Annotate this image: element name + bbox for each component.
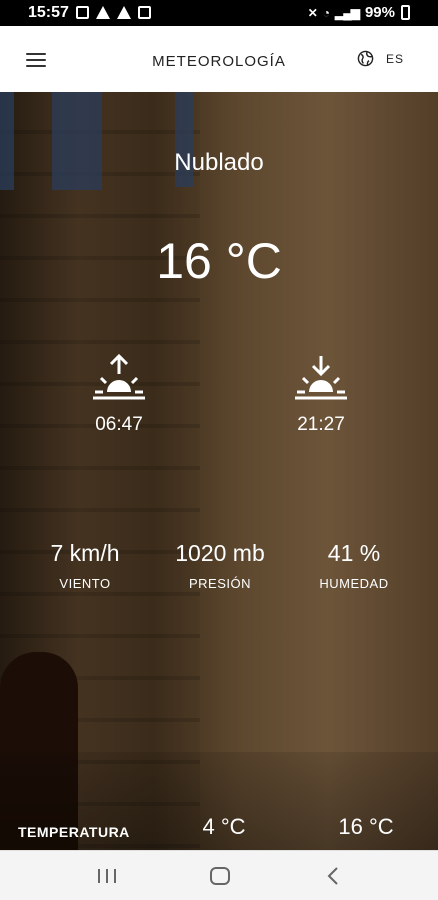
sunrise-icon [93,354,145,400]
signal-icon: ▂▄▆ [335,5,360,20]
weather-panel: Nublado 16 °C 06:47 21:27 7 km/h VIENTO … [0,92,438,850]
humidity-value: 41 % [327,540,381,566]
sunrise-time: 06:47 [95,414,143,435]
system-nav-bar [0,850,438,900]
notification-icons [76,6,151,19]
wifi-icon: ◔ [322,5,330,20]
home-button[interactable] [210,867,230,885]
mute-icon: ✕ [307,5,318,20]
image-icon [138,6,151,19]
pressure-label: PRESIÓN [188,576,251,591]
battery-level: 99% [364,4,395,21]
status-time: 15:57 [28,4,69,21]
pressure-value: 1020 mb [175,540,265,566]
recent-apps-button[interactable] [98,865,116,887]
status-right: ✕ ◔ ▂▄▆ 99% [308,4,410,21]
temperature-min: 4 °C [202,814,246,839]
warning-icon [96,6,110,19]
wind-label: VIENTO [59,576,111,591]
status-bar: 15:57 ✕ ◔ ▂▄▆ 99% [0,0,438,26]
back-button[interactable] [326,865,340,887]
language-code: ES [385,51,404,66]
wind-value: 7 km/h [50,540,120,566]
current-temperature: 16 °C [156,233,282,289]
warning-icon [117,6,131,19]
weather-condition: Nublado [174,149,264,176]
globe-icon [357,50,374,67]
language-selector[interactable]: ES [357,50,404,67]
temperature-max: 16 °C [338,814,394,839]
battery-icon [401,5,410,20]
sunset-icon [295,356,347,400]
sunset-time: 21:27 [297,414,345,435]
humidity-label: HUMEDAD [319,576,389,591]
temperature-range-label: TEMPERATURA [18,824,130,840]
notification-icon [76,6,89,19]
app-bar: METEOROLOGÍA ES [0,26,438,92]
